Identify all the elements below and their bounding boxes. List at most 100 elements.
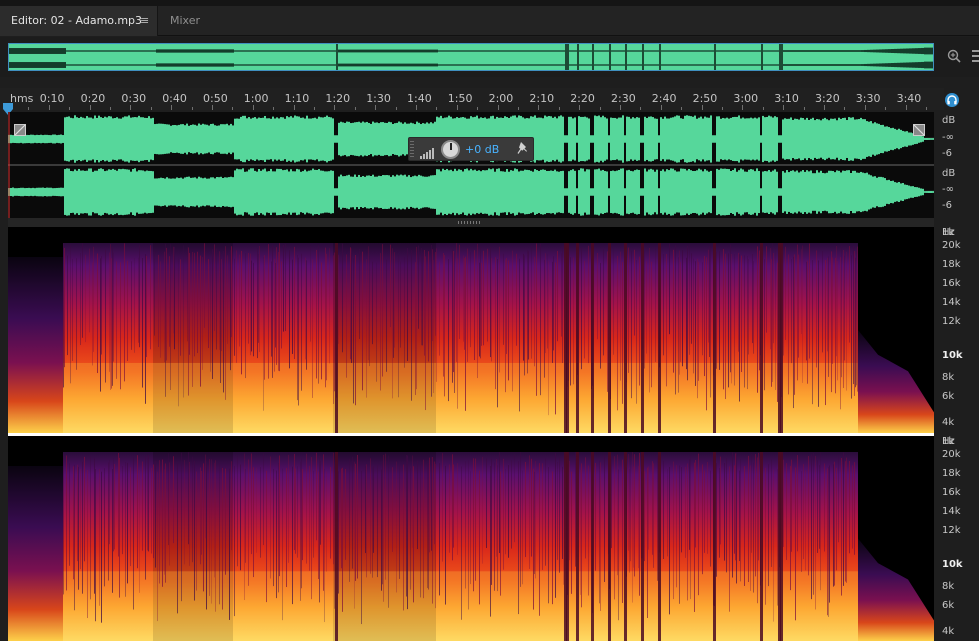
timeline-tick-label: 1:00 — [243, 92, 269, 105]
timeline-minor-tick — [681, 107, 683, 110]
frequency-label: 10k — [942, 559, 963, 570]
spectrogram-graphic-ch1 — [8, 243, 934, 433]
fade-out-handle-icon[interactable] — [913, 124, 925, 136]
timeline-tick-label: 2:20 — [570, 92, 595, 105]
overview-waveform-graphic — [9, 44, 933, 70]
frequency-label: 14k — [942, 506, 961, 517]
db-label-neg-inf-ch1: -∞ — [942, 132, 954, 143]
timeline-minor-tick — [640, 107, 642, 110]
frequency-ruler-channel-2: Hz 20k 18k 16k 14k 12k 10k 8k 6k 4k 1k — [934, 436, 979, 641]
amplitude-ruler: dB -∞ -6 dB -∞ -6 — [934, 112, 979, 218]
frequency-label: 8k — [942, 372, 955, 383]
timeline-tick-label: 3:10 — [774, 92, 799, 105]
overview-waveform[interactable] — [8, 43, 934, 71]
timeline-minor-tick — [334, 107, 336, 110]
headphones-icon[interactable] — [944, 92, 960, 108]
frequency-label: 16k — [942, 487, 961, 498]
timeline-tick-label: 1:40 — [407, 92, 432, 105]
timeline-minor-tick — [762, 107, 764, 110]
frequency-label: 6k — [942, 600, 955, 611]
waveform-channel — [8, 168, 934, 216]
pin-icon[interactable] — [517, 141, 529, 158]
timeline-tick-label: 3:20 — [815, 92, 840, 105]
frequency-label: 18k — [942, 468, 961, 479]
panel-menu-icon[interactable]: ≡ — [140, 6, 149, 36]
volume-hud[interactable]: +0 dB — [408, 137, 534, 161]
frequency-label: 6k — [942, 391, 955, 402]
timeline-tick-label: 0:30 — [121, 92, 147, 105]
timeline-minor-tick — [89, 107, 91, 110]
timeline-minor-tick — [293, 107, 295, 110]
timeline-minor-tick — [742, 107, 744, 110]
timeline-minor-tick — [558, 107, 560, 110]
spectral-display-channel-2[interactable] — [8, 436, 934, 641]
frequency-label: 20k — [942, 449, 961, 460]
timeline-ruler[interactable]: hms 0:10 0:20 0:30 0:40 0:50 1:00 1:10 1:20 1:30… — [0, 88, 944, 110]
playhead-icon[interactable] — [3, 100, 13, 115]
db-unit-label-ch1: dB — [942, 115, 956, 126]
timeline-minor-tick — [620, 107, 621, 110]
timeline-tick-label: 3:40 — [896, 92, 922, 105]
splitter-grip[interactable] — [458, 221, 482, 224]
frequency-ruler-channel-1: Hz 20k 18k 16k 14k 12k 10k 8k 6k 4k 1k — [934, 227, 979, 433]
tab-mixer[interactable]: Mixer — [170, 6, 230, 36]
timeline-minor-tick — [375, 107, 377, 110]
timeline-minor-tick — [477, 107, 479, 110]
timeline-minor-tick — [69, 107, 71, 110]
db-label-minus6-ch2: -6 — [942, 200, 952, 211]
waveform-display[interactable] — [8, 112, 934, 218]
timeline-minor-tick — [150, 107, 152, 110]
frequency-label: 4k — [942, 626, 955, 637]
timeline-minor-tick — [926, 107, 927, 110]
spectral-display-channel-1[interactable] — [8, 227, 934, 433]
frequency-label: 20k — [942, 240, 961, 251]
level-meter-icon — [420, 144, 436, 163]
timeline-minor-tick — [824, 107, 825, 110]
timeline-minor-tick — [314, 107, 315, 110]
timeline-minor-tick — [844, 107, 846, 110]
frequency-label: 8k — [942, 581, 955, 592]
timeline-tick-label: 0:50 — [203, 92, 228, 105]
timeline-tick-label: 2:00 — [488, 92, 514, 105]
timeline-minor-tick — [722, 107, 723, 110]
tab-editor[interactable]: Editor: 02 - Adamo.mp3 ≡ — [0, 6, 158, 36]
frequency-label: 16k — [942, 278, 961, 289]
timeline-minor-tick — [395, 107, 397, 110]
timeline-minor-tick — [212, 107, 213, 110]
timeline-minor-tick — [48, 107, 50, 110]
hud-drag-handle[interactable] — [410, 141, 414, 158]
overview-menu-icon[interactable] — [972, 49, 979, 67]
frequency-label: 1k — [942, 227, 955, 238]
overview-panel — [0, 37, 979, 77]
fade-in-handle-icon[interactable] — [14, 124, 26, 136]
timeline-tick-label: 2:10 — [529, 92, 555, 105]
panel-tab-bar: Editor: 02 - Adamo.mp3 ≡ Mixer — [0, 6, 979, 36]
timeline-minor-tick — [436, 107, 438, 110]
volume-knob-icon[interactable] — [441, 140, 460, 159]
timeline-minor-tick — [885, 107, 887, 110]
timeline-minor-tick — [28, 107, 30, 110]
db-label-neg-inf-ch2: -∞ — [942, 184, 954, 195]
timeline-minor-tick — [518, 107, 519, 110]
frequency-label: 1k — [942, 436, 955, 447]
tab-editor-label: Editor: 02 - Adamo.mp3 — [11, 14, 143, 27]
timeline-minor-tick — [252, 107, 254, 110]
timeline-minor-tick — [191, 107, 193, 110]
timeline-tick-label: 1:10 — [284, 92, 310, 105]
timeline-tick-label: 2:50 — [692, 92, 718, 105]
timeline-minor-tick — [579, 107, 581, 110]
volume-value[interactable]: +0 dB — [465, 143, 499, 156]
timeline-minor-tick — [416, 107, 417, 110]
zoom-in-icon[interactable] — [946, 48, 962, 68]
timeline-tick-label: 1:50 — [447, 92, 473, 105]
frequency-label: 18k — [942, 259, 961, 270]
timeline-tick-label: 1:20 — [325, 92, 351, 105]
timeline-minor-tick — [497, 107, 499, 110]
timeline-minor-tick — [783, 107, 785, 110]
audio-editor-window: Editor: 02 - Adamo.mp3 ≡ Mixer hms 0:10 0… — [0, 0, 979, 641]
timeline-minor-tick — [110, 107, 111, 110]
spectrogram-graphic-ch2 — [8, 452, 934, 641]
timeline-minor-tick — [354, 107, 356, 110]
view-splitter[interactable] — [8, 218, 934, 227]
timeline-minor-tick — [701, 107, 703, 110]
